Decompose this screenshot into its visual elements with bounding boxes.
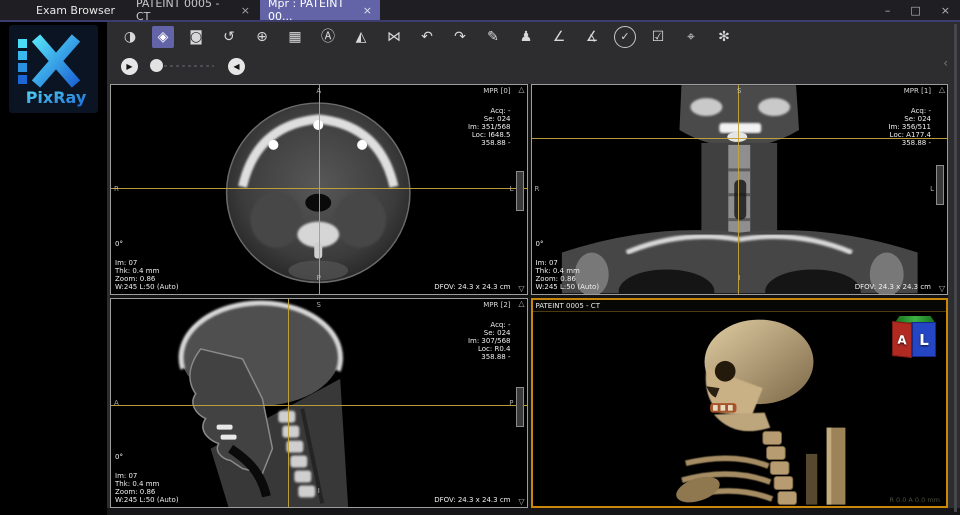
rotate-left-icon[interactable]: ↶ bbox=[416, 26, 438, 48]
orientation-bottom: I bbox=[738, 274, 740, 282]
settings-icon[interactable]: ✻ bbox=[713, 26, 735, 48]
pixray-logo-text: PixRay bbox=[26, 88, 87, 107]
viewport-coronal[interactable]: MPR [1] △ ▽ Acq: -Se: 024 Im: 356/511Loc… bbox=[531, 84, 949, 295]
viewport-grid: MPR [0] △ ▽ Acq: -Se: 024 Im: 351/568Loc… bbox=[110, 84, 948, 508]
3d-viewport-title: PATEINT 0005 - CT bbox=[533, 300, 947, 312]
tab-label: Mpr : PATEINT 00... bbox=[268, 0, 357, 23]
orientation-bottom: P bbox=[317, 274, 321, 282]
tab-close-icon[interactable]: × bbox=[235, 4, 250, 17]
flip-vertical-icon[interactable]: ⋈ bbox=[383, 26, 405, 48]
viewport-label: MPR [1] bbox=[904, 87, 931, 95]
viewport-axial[interactable]: MPR [0] △ ▽ Acq: -Se: 024 Im: 351/568Loc… bbox=[110, 84, 528, 295]
3d-volume-render bbox=[533, 313, 947, 507]
tab-label: PATEINT 0005 - CT bbox=[136, 0, 235, 23]
measure-length-icon[interactable]: ✎ bbox=[482, 26, 504, 48]
scrollbar-thumb[interactable] bbox=[516, 387, 524, 427]
pixray-logo: PixRay bbox=[9, 25, 98, 113]
tab-patient-study[interactable]: PATEINT 0005 - CT × bbox=[128, 0, 258, 20]
acquisition-info: Acq: -Se: 024 Im: 307/568Loc: R0.4 358.8… bbox=[468, 321, 511, 361]
cube-left-face: L bbox=[912, 322, 936, 357]
scroll-up-icon[interactable]: △ bbox=[518, 86, 524, 94]
rotation-angle: 0° bbox=[115, 453, 123, 461]
scrollbar-thumb[interactable] bbox=[516, 171, 524, 211]
orientation-left: R bbox=[535, 185, 540, 193]
orientation-bottom: I bbox=[318, 487, 320, 495]
cine-slider-handle[interactable] bbox=[150, 59, 163, 72]
zoom-icon[interactable]: ⊕ bbox=[251, 26, 273, 48]
cine-previous-button[interactable]: ◀ bbox=[228, 58, 245, 75]
main-area: ◑ ◈ ◙ ↺ ⊕ ▦ Ⓐ ◭ ⋈ ↶ ↷ ✎ ♟ ∠ ∡ ✓ ☑ ⌖ ✻ ‹ … bbox=[107, 22, 960, 515]
crosshair-vertical[interactable] bbox=[288, 299, 289, 508]
rotation-angle: 0° bbox=[536, 240, 544, 248]
scrollbar-thumb[interactable] bbox=[936, 165, 944, 205]
annotation-overlay-icon[interactable]: ▦ bbox=[284, 26, 306, 48]
window-level-icon[interactable]: ◙ bbox=[185, 26, 207, 48]
viewport-3d[interactable]: PATEINT 0005 - CT bbox=[531, 298, 949, 509]
patient-orientation-icon[interactable]: ♟ bbox=[515, 26, 537, 48]
tab-close-icon[interactable]: × bbox=[357, 4, 372, 17]
accept-box-icon[interactable]: ☑ bbox=[647, 26, 669, 48]
pixray-logo-graphic: PixRay bbox=[9, 25, 98, 113]
orientation-top: S bbox=[737, 87, 741, 95]
crosshair-horizontal[interactable] bbox=[532, 138, 948, 139]
rotation-angle: 0° bbox=[115, 240, 123, 248]
viewport-label: MPR [2] bbox=[483, 301, 510, 309]
scroll-up-icon[interactable]: △ bbox=[518, 300, 524, 308]
accept-circle-icon[interactable]: ✓ bbox=[614, 26, 636, 48]
image-stats: Im: 07Thk: 0.4 mm Zoom: 0.86W:245 L:50 (… bbox=[115, 259, 179, 291]
marker-pin-icon[interactable]: ⌖ bbox=[680, 26, 702, 48]
close-icon[interactable]: × bbox=[941, 4, 950, 17]
window-controls: – □ × bbox=[885, 0, 950, 20]
dfov-label: DFOV: 24.3 x 24.3 cm bbox=[855, 283, 931, 291]
sidebar: PixRay bbox=[0, 22, 107, 515]
tab-mpr-active[interactable]: Mpr : PATEINT 00... × bbox=[260, 0, 380, 20]
toolbar: ◑ ◈ ◙ ↺ ⊕ ▦ Ⓐ ◭ ⋈ ↶ ↷ ✎ ♟ ∠ ∡ ✓ ☑ ⌖ ✻ bbox=[107, 22, 735, 52]
orientation-left: A bbox=[114, 399, 119, 407]
scroll-up-icon[interactable]: △ bbox=[939, 86, 945, 94]
rotate-right-icon[interactable]: ↷ bbox=[449, 26, 471, 48]
scroll-down-icon[interactable]: ▽ bbox=[518, 285, 524, 293]
orientation-right: L bbox=[510, 185, 514, 193]
orientation-left: R bbox=[114, 185, 119, 193]
footer-strip bbox=[107, 508, 960, 515]
measure-angle-icon[interactable]: ∠ bbox=[548, 26, 570, 48]
mpr-layers-icon[interactable]: ◈ bbox=[152, 26, 174, 48]
dfov-label: DFOV: 24.3 x 24.3 cm bbox=[434, 283, 510, 291]
maximize-icon[interactable]: □ bbox=[910, 4, 920, 17]
measure-cobb-angle-icon[interactable]: ∡ bbox=[581, 26, 603, 48]
orientation-top: A bbox=[316, 87, 321, 95]
crosshair-vertical[interactable] bbox=[738, 85, 739, 294]
viewport-sagittal[interactable]: MPR [2] △ ▽ Acq: -Se: 024 Im: 307/568Loc… bbox=[110, 298, 528, 509]
cine-play-button[interactable]: ▶ bbox=[121, 58, 138, 75]
cube-anterior-face: A bbox=[892, 320, 912, 357]
3d-position-info: R 0.0 A 0.0 mm bbox=[889, 496, 940, 504]
window-scrollbar[interactable] bbox=[954, 24, 957, 512]
orientation-cube[interactable]: A L bbox=[892, 316, 938, 358]
scroll-down-icon[interactable]: ▽ bbox=[939, 285, 945, 293]
cine-slider[interactable] bbox=[152, 65, 214, 67]
minimize-icon[interactable]: – bbox=[885, 4, 891, 17]
orientation-right: P bbox=[509, 399, 513, 407]
image-stats: Im: 07Thk: 0.4 mm Zoom: 0.86W:245 L:50 (… bbox=[536, 259, 600, 291]
toolbar-collapse-icon[interactable]: ‹ bbox=[943, 56, 948, 70]
cine-bar: ▶ ◀ bbox=[107, 52, 245, 80]
flip-horizontal-icon[interactable]: ◭ bbox=[350, 26, 372, 48]
image-stats: Im: 07Thk: 0.4 mm Zoom: 0.86W:245 L:50 (… bbox=[115, 472, 179, 504]
scroll-down-icon[interactable]: ▽ bbox=[518, 498, 524, 506]
contrast-invert-icon[interactable]: ◑ bbox=[119, 26, 141, 48]
viewport-label: MPR [0] bbox=[483, 87, 510, 95]
dfov-label: DFOV: 24.3 x 24.3 cm bbox=[434, 496, 510, 504]
app-title: Exam Browser bbox=[36, 4, 115, 17]
acquisition-info: Acq: -Se: 024 Im: 351/568Loc: I648.5 358… bbox=[468, 107, 511, 147]
crosshair-horizontal[interactable] bbox=[111, 188, 527, 189]
crosshair-vertical[interactable] bbox=[319, 85, 320, 294]
titlebar: Exam Browser PATEINT 0005 - CT × Mpr : P… bbox=[0, 0, 960, 22]
auto-annotation-icon[interactable]: Ⓐ bbox=[317, 26, 339, 48]
crosshair-horizontal[interactable] bbox=[111, 405, 527, 406]
reset-icon[interactable]: ↺ bbox=[218, 26, 240, 48]
orientation-right: L bbox=[930, 185, 934, 193]
acquisition-info: Acq: -Se: 024 Im: 356/511Loc: A177.4 358… bbox=[888, 107, 931, 147]
orientation-top: S bbox=[317, 301, 321, 309]
